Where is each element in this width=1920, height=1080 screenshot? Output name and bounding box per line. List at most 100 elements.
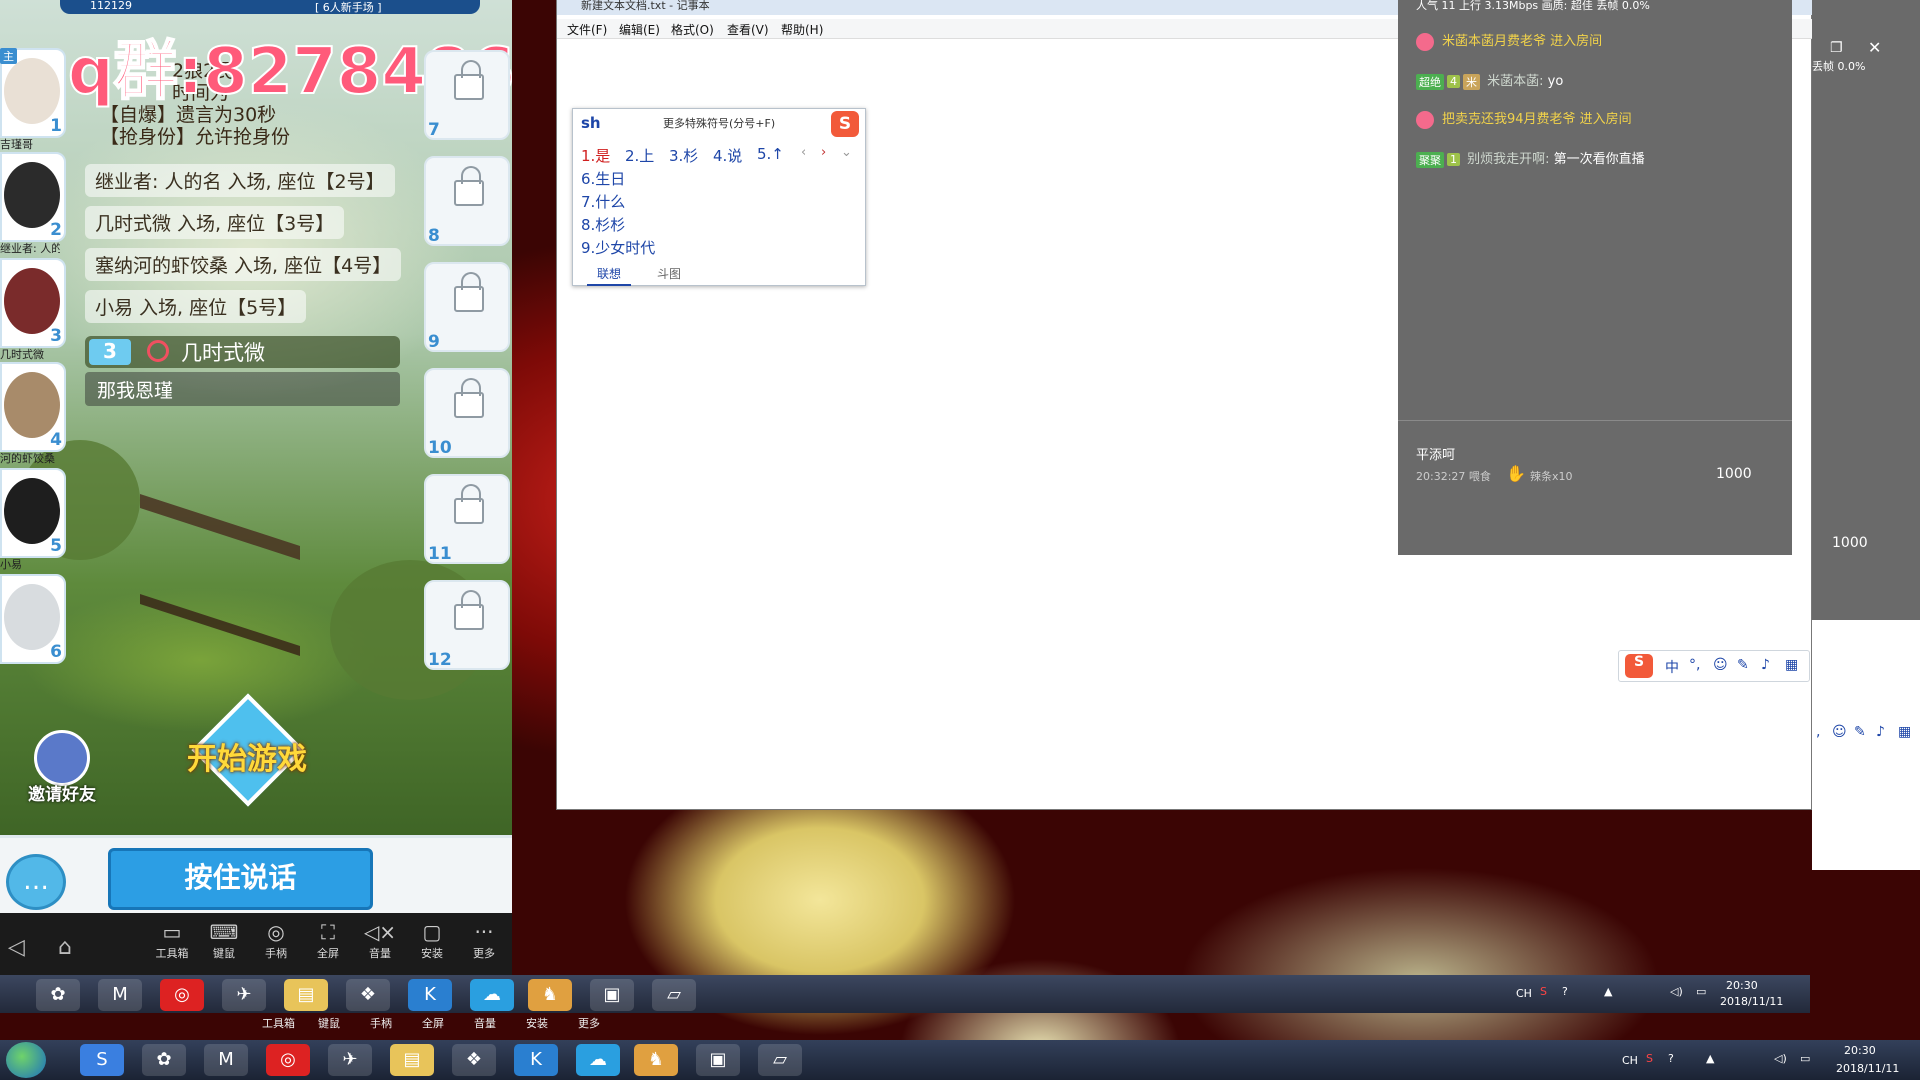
app-icon[interactable]: ♞ [528,979,572,1011]
maximize-icon[interactable]: ❐ [1830,40,1843,56]
voice-icon[interactable]: ♪ [1761,657,1770,673]
toolbox-icon[interactable]: ▦ [1785,657,1798,673]
event-enter-room: 把卖克还我94月费老爷 进入房间 [1416,108,1632,129]
app-icon[interactable]: K [514,1044,558,1076]
candidate[interactable]: 7.什么 [581,191,625,212]
toolbox-icon[interactable]: ▦ [1898,724,1911,740]
skin-icon[interactable]: ✎ [1737,657,1749,673]
candidate[interactable]: 6.生日 [581,168,625,189]
candidate[interactable]: 4.说 [713,145,742,166]
park-bench [140,494,300,656]
candidate[interactable]: 3.杉 [669,145,698,166]
chat-bubble-button[interactable]: … [6,854,66,910]
ime-tab-association[interactable]: 联想 [587,265,632,286]
ime-hint[interactable]: 更多特殊符号(分号+F) [663,115,775,131]
notepad-app-icon[interactable]: ▱ [652,979,696,1011]
folder-icon[interactable]: ▤ [390,1044,434,1076]
app-icon[interactable]: ❖ [346,979,390,1011]
menu-help[interactable]: 帮助(H) [781,21,823,38]
player-seat-3[interactable]: 3 [0,258,66,348]
gamepad-button[interactable]: ◎ 手柄 [252,919,300,961]
punctuation-icon[interactable]: , [1816,724,1820,740]
player-seat-4[interactable]: 4 [0,362,66,452]
next-page-icon[interactable]: › [821,145,826,160]
app-icon[interactable]: ◎ [160,979,204,1011]
tray-arrow-icon[interactable]: ▲ [1706,1052,1714,1065]
help-icon[interactable]: ? [1668,1052,1674,1065]
locked-seat-8[interactable]: 8 [424,156,510,246]
toolbox-button[interactable]: ▭ 工具箱 [148,919,196,961]
close-icon[interactable]: ✕ [1868,38,1881,57]
sogou-tray-icon[interactable]: S [1540,985,1547,998]
app-icon[interactable]: ❖ [452,1044,496,1076]
invite-friends-button[interactable]: 邀请好友 [12,730,112,810]
start-button[interactable] [6,1042,46,1078]
speaker-name: 几时式微 [181,341,265,365]
app-icon[interactable]: S [80,1044,124,1076]
app-icon[interactable]: K [408,979,452,1011]
locked-seat-7[interactable]: 7 [424,50,510,140]
app-icon[interactable]: ✈ [222,979,266,1011]
app-icon[interactable]: ▣ [590,979,634,1011]
player-seat-6[interactable]: 6 [0,574,66,664]
home-icon[interactable]: ⌂ [58,935,72,960]
app-icon[interactable]: ☁ [470,979,514,1011]
candidate[interactable]: 2.上 [625,145,654,166]
player-seat-5[interactable]: 5 [0,468,66,558]
menu-file[interactable]: 文件(F) [567,21,607,38]
candidate[interactable]: 8.杉杉 [581,214,625,235]
start-game-button[interactable]: 开始游戏 [170,693,320,820]
network-icon[interactable]: ▭ [1696,985,1706,998]
hold-to-talk-button[interactable]: 按住说话 [108,848,373,910]
candidate[interactable]: 9.少女时代 [581,237,655,258]
chat-bubble-icon: … [23,866,49,896]
skin-icon[interactable]: ✎ [1854,724,1866,740]
menu-format[interactable]: 格式(O) [671,21,714,38]
app-icon[interactable]: M [98,979,142,1011]
app-icon[interactable]: ☁ [576,1044,620,1076]
ime-status-bar-secondary: , ☺ ✎ ♪ ▦ [1812,718,1920,748]
prev-page-icon[interactable]: ‹ [801,145,806,160]
app-icon[interactable]: ✿ [36,979,80,1011]
volume-icon[interactable]: ◁) [1670,985,1683,998]
menu-view[interactable]: 查看(V) [727,21,769,38]
help-icon[interactable]: ? [1562,985,1568,998]
candidate[interactable]: 1.是 [581,145,610,166]
app-icon[interactable]: ◎ [266,1044,310,1076]
notepad-app-icon[interactable]: ▱ [758,1044,802,1076]
tray-arrow-icon[interactable]: ▲ [1604,985,1612,998]
network-icon[interactable]: ▭ [1800,1052,1810,1065]
lang-indicator[interactable]: CH [1516,987,1532,1000]
ime-tab-sticker[interactable]: 斗图 [657,265,681,282]
volume-button[interactable]: ◁× 音量 [356,919,404,961]
sogou-logo-icon[interactable]: S [1625,654,1653,678]
app-icon[interactable]: ✿ [142,1044,186,1076]
app-icon[interactable]: ▣ [696,1044,740,1076]
locked-seat-12[interactable]: 12 [424,580,510,670]
emoji-icon[interactable]: ☺ [1832,724,1847,740]
menu-edit[interactable]: 编辑(E) [619,21,660,38]
app-icon[interactable]: ♞ [634,1044,678,1076]
folder-icon[interactable]: ▤ [284,979,328,1011]
fullscreen-button[interactable]: ⛶ 全屏 [304,919,352,961]
candidate[interactable]: 5.↑ [757,145,784,163]
voice-icon[interactable]: ♪ [1876,724,1885,740]
more-button[interactable]: ··· 更多 [460,919,508,961]
player-seat-2[interactable]: 2 [0,152,66,242]
app-icon[interactable]: M [204,1044,248,1076]
locked-seat-11[interactable]: 11 [424,474,510,564]
chinese-mode-icon[interactable]: 中 [1665,657,1679,677]
emoji-icon[interactable]: ☺ [1713,657,1728,673]
volume-icon[interactable]: ◁) [1774,1052,1787,1065]
back-icon[interactable]: ◁ [8,935,25,960]
install-apk-button[interactable]: ▢ 安装 [408,919,456,961]
expand-icon[interactable]: ⌄ [841,145,852,160]
keyboard-mouse-button[interactable]: ⌨ 键鼠 [200,919,248,961]
locked-seat-10[interactable]: 10 [424,368,510,458]
locked-seat-9[interactable]: 9 [424,262,510,352]
punctuation-icon[interactable]: °, [1689,657,1700,673]
lang-indicator[interactable]: CH [1622,1054,1638,1067]
sogou-tray-icon[interactable]: S [1646,1052,1653,1065]
stream-status: 人气 11 上行 3.13Mbps 画质: 超佳 丢帧 0.0% [1416,0,1650,12]
app-icon[interactable]: ✈ [328,1044,372,1076]
